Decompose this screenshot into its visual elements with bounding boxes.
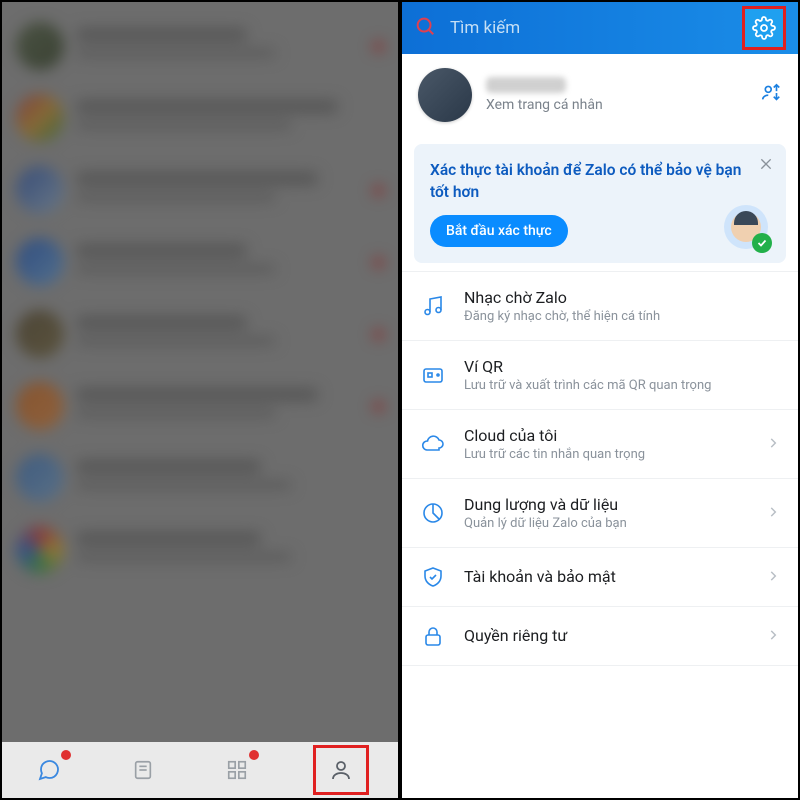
nav-contacts-icon[interactable] <box>125 752 161 788</box>
menu-account-security[interactable]: Tài khoản và bảo mật <box>402 548 798 607</box>
nav-discover-icon[interactable] <box>219 752 255 788</box>
menu-qr-wallet[interactable]: Ví QR Lưu trữ và xuất trình các mã QR qu… <box>402 341 798 410</box>
verify-illustration <box>724 205 768 249</box>
menu-ringtone[interactable]: Nhạc chờ Zalo Đăng ký nhạc chờ, thể hiện… <box>402 271 798 341</box>
close-icon[interactable] <box>758 156 774 176</box>
cloud-icon <box>420 431 446 457</box>
chat-list-panel <box>0 0 400 800</box>
nav-messages-icon[interactable] <box>31 752 67 788</box>
chevron-right-icon <box>766 435 780 454</box>
search-icon <box>414 15 436 41</box>
menu-storage-data[interactable]: Dung lượng và dữ liệu Quản lý dữ liệu Za… <box>402 479 798 548</box>
settings-button[interactable] <box>742 6 786 50</box>
profile-name-blurred <box>486 77 566 93</box>
music-icon <box>420 293 446 319</box>
search-bar[interactable]: Tìm kiếm <box>402 2 798 54</box>
gear-icon <box>752 16 776 40</box>
nav-profile-icon[interactable] <box>313 745 369 795</box>
verify-button[interactable]: Bắt đầu xác thực <box>430 215 568 247</box>
checkmark-icon <box>752 233 772 253</box>
swap-account-icon[interactable] <box>760 82 782 108</box>
profile-row[interactable]: Xem trang cá nhân <box>402 54 798 136</box>
menu-my-cloud[interactable]: Cloud của tôi Lưu trữ các tin nhắn quan … <box>402 410 798 479</box>
profile-subtitle: Xem trang cá nhân <box>486 97 746 113</box>
verify-title: Xác thực tài khoản để Zalo có thể bảo vệ… <box>430 160 770 203</box>
menu-list: Nhạc chờ Zalo Đăng ký nhạc chờ, thể hiện… <box>402 271 798 666</box>
verify-card: Xác thực tài khoản để Zalo có thể bảo vệ… <box>414 144 786 263</box>
shield-icon <box>420 564 446 590</box>
search-placeholder: Tìm kiếm <box>450 18 728 38</box>
bottom-nav <box>2 742 398 798</box>
menu-privacy[interactable]: Quyền riêng tư <box>402 607 798 666</box>
chevron-right-icon <box>766 504 780 523</box>
settings-panel: Tìm kiếm Xem trang cá nhân Xác thực tài … <box>400 0 800 800</box>
avatar <box>418 68 472 122</box>
chevron-right-icon <box>766 627 780 646</box>
wallet-icon <box>420 362 446 388</box>
chevron-right-icon <box>766 568 780 587</box>
lock-icon <box>420 623 446 649</box>
pie-chart-icon <box>420 500 446 526</box>
